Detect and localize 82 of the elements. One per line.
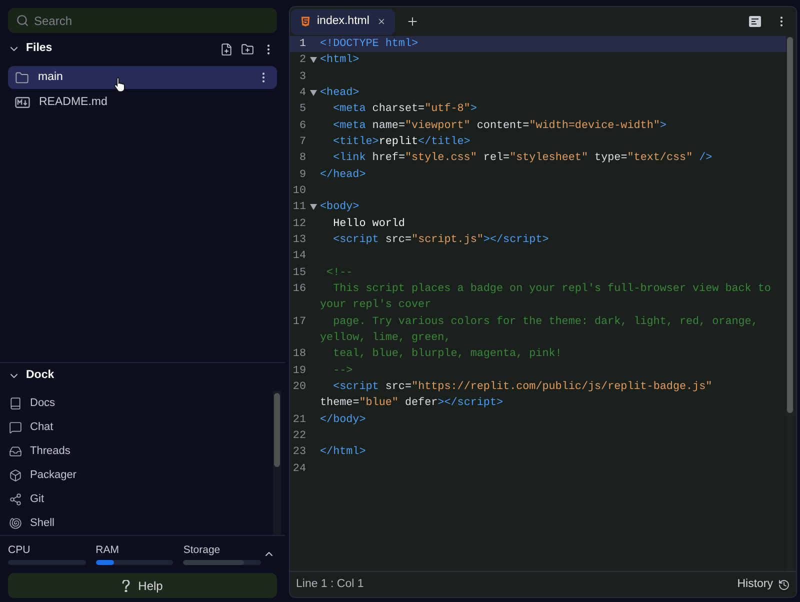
line-number: 8	[298, 151, 306, 166]
fold-arrow-icon[interactable]	[310, 57, 316, 64]
line-number: 24	[292, 462, 306, 477]
files-section-header[interactable]: Files	[8, 40, 52, 58]
folder-plus-icon[interactable]	[241, 42, 254, 56]
resource-label: CPU	[8, 544, 30, 556]
help-button[interactable]: Help	[8, 573, 277, 598]
line-number: 4	[298, 86, 306, 101]
code-line: <html>	[320, 53, 360, 68]
line-number: 16	[292, 282, 306, 297]
code-line: Hello world	[332, 216, 405, 232]
code-line: </head>	[320, 168, 366, 183]
file-tree-item[interactable]: README.md	[8, 91, 277, 114]
code-line: teal, blue, blurple, magenta, pink!	[332, 347, 562, 362]
line-number: 10	[292, 184, 306, 199]
html-file-icon	[300, 16, 311, 27]
code-line: <body>	[320, 200, 360, 216]
fold-arrow-icon[interactable]	[310, 90, 316, 96]
plus-icon[interactable]	[406, 15, 420, 28]
code-line: <!--	[326, 266, 353, 281]
code-line: <script src="https://replit.com/public/js/replit-badge.js" theme="blue" defer></script>	[320, 380, 712, 412]
history-button[interactable]: History	[737, 576, 790, 594]
line-number: 19	[292, 364, 306, 379]
hand-cursor-icon	[114, 77, 126, 92]
chat-bubble-icon	[9, 420, 22, 434]
search-icon	[16, 14, 29, 27]
code-line: -->	[332, 364, 353, 379]
dock-section-header[interactable]: Dock	[8, 367, 54, 385]
inbox-icon	[9, 444, 22, 458]
code-line: <link href="style.css" rel="stylesheet" type="text/css" />	[332, 151, 712, 166]
code-line: <script src="script.js"></script>	[332, 232, 549, 248]
line-number: 9	[298, 168, 306, 183]
line-number: 1	[298, 37, 306, 52]
dock-item[interactable]: Chat	[0, 415, 273, 439]
line-number: 11	[292, 200, 306, 216]
line-number: 17	[292, 314, 306, 330]
line-number: 6	[298, 118, 306, 134]
cube-icon	[9, 468, 22, 482]
book-icon	[9, 396, 22, 410]
file-tree-item[interactable]: main	[8, 66, 277, 89]
line-number: 14	[292, 249, 306, 264]
cursor-position: Line 1 : Col 1	[296, 576, 364, 592]
resource-label: RAM	[96, 544, 120, 556]
scrollbar-thumb[interactable]	[787, 37, 793, 413]
panel-lines-icon[interactable]	[749, 16, 761, 27]
dock-item[interactable]: Docs	[0, 391, 273, 415]
resource-label: Storage	[183, 544, 220, 556]
folder-icon	[15, 70, 29, 84]
dock-item[interactable]: Git	[0, 487, 273, 511]
fold-arrow-icon[interactable]	[310, 204, 316, 210]
file-plus-icon[interactable]	[220, 42, 233, 56]
dock-item[interactable]: Shell	[0, 511, 273, 535]
history-icon	[778, 578, 790, 590]
line-number: 20	[292, 380, 306, 395]
line-number: 18	[292, 347, 306, 362]
code-line: </html>	[320, 445, 366, 460]
line-number: 22	[292, 428, 306, 444]
line-number: 23	[292, 445, 306, 460]
scrollbar-thumb[interactable]	[274, 393, 280, 467]
line-number: 13	[292, 232, 306, 248]
line-number: 5	[298, 102, 306, 118]
code-line: <meta charset="utf-8">	[332, 102, 477, 118]
editor-tab[interactable]: index.html	[291, 8, 396, 34]
line-number: 3	[298, 70, 306, 85]
dock-item[interactable]: Threads	[0, 439, 273, 463]
code-line: <title>replit</title>	[332, 134, 470, 150]
code-line: <meta name="viewport" content="width=device-width">	[332, 118, 666, 134]
question-mark-icon	[122, 580, 130, 592]
line-number: 7	[298, 134, 306, 150]
shell-icon	[9, 516, 22, 530]
code-line: </body>	[320, 412, 366, 428]
line-number: 12	[292, 216, 306, 232]
code-line: <!DOCTYPE html>	[320, 37, 418, 52]
line-number: 2	[298, 53, 306, 68]
dock-item[interactable]: Packager	[0, 463, 273, 487]
code-line: <head>	[320, 86, 360, 101]
connected-nodes-icon	[9, 492, 22, 506]
search-field[interactable]: Search	[8, 8, 277, 33]
line-number: 21	[292, 412, 306, 428]
close-icon[interactable]	[377, 17, 386, 26]
markdown-icon	[15, 97, 30, 108]
line-number: 15	[292, 266, 306, 281]
